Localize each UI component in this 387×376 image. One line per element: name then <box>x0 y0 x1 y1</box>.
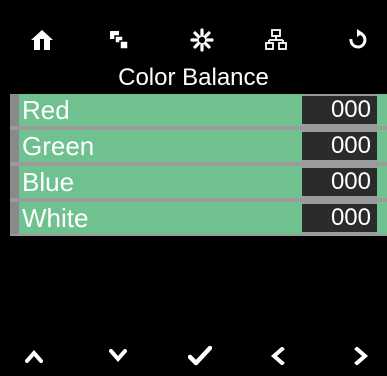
network-icon <box>265 29 287 50</box>
row-red[interactable]: Red 000 <box>10 94 387 126</box>
value-field[interactable]: 000 <box>302 132 377 160</box>
settings-button[interactable] <box>182 20 222 60</box>
confirm-check-icon <box>188 346 212 366</box>
left-arrow-icon <box>271 347 285 365</box>
row-tail <box>377 202 387 234</box>
row-tail <box>377 130 387 162</box>
color-balance-list: Red 000 Green 000 Blue 000 White 000 <box>10 94 387 236</box>
value-text: 000 <box>330 168 371 195</box>
value-field[interactable]: 000 <box>302 204 377 232</box>
layers-icon <box>110 31 129 50</box>
left-button[interactable] <box>258 336 298 376</box>
row-label-area: Green <box>19 130 302 162</box>
top-toolbar <box>0 0 387 64</box>
up-button[interactable] <box>14 336 54 376</box>
row-selector <box>10 94 19 126</box>
down-arrow-icon <box>109 349 127 363</box>
value-text: 000 <box>330 96 371 123</box>
row-label-area: Blue <box>19 166 302 198</box>
row-tail <box>377 94 387 126</box>
row-tail <box>377 166 387 198</box>
confirm-button[interactable] <box>180 336 220 376</box>
up-arrow-icon <box>25 349 43 363</box>
row-label: Red <box>22 95 70 125</box>
refresh-icon <box>349 29 367 49</box>
value-field[interactable]: 000 <box>302 168 377 196</box>
row-label-area: Red <box>19 94 302 126</box>
refresh-button[interactable] <box>337 20 377 60</box>
row-white[interactable]: White 000 <box>10 202 387 234</box>
row-label: Blue <box>22 167 75 197</box>
row-label: White <box>22 203 89 233</box>
right-arrow-icon <box>354 347 368 365</box>
home-button[interactable] <box>22 20 62 60</box>
row-label: Green <box>22 131 95 161</box>
down-button[interactable] <box>98 336 138 376</box>
home-icon <box>31 30 53 50</box>
settings-gear-icon <box>190 28 214 52</box>
row-selector <box>10 202 19 234</box>
value-text: 000 <box>330 132 371 159</box>
page-title: Color Balance <box>118 64 269 91</box>
right-button[interactable] <box>341 336 381 376</box>
row-selector <box>10 166 19 198</box>
value-text: 000 <box>330 204 371 231</box>
bottom-navigation <box>0 336 387 374</box>
row-blue[interactable]: Blue 000 <box>10 166 387 198</box>
row-green[interactable]: Green 000 <box>10 130 387 162</box>
row-label-area: White <box>19 202 302 234</box>
layers-button[interactable] <box>99 20 139 60</box>
value-field[interactable]: 000 <box>302 96 377 124</box>
network-button[interactable] <box>256 20 296 60</box>
row-selector <box>10 130 19 162</box>
